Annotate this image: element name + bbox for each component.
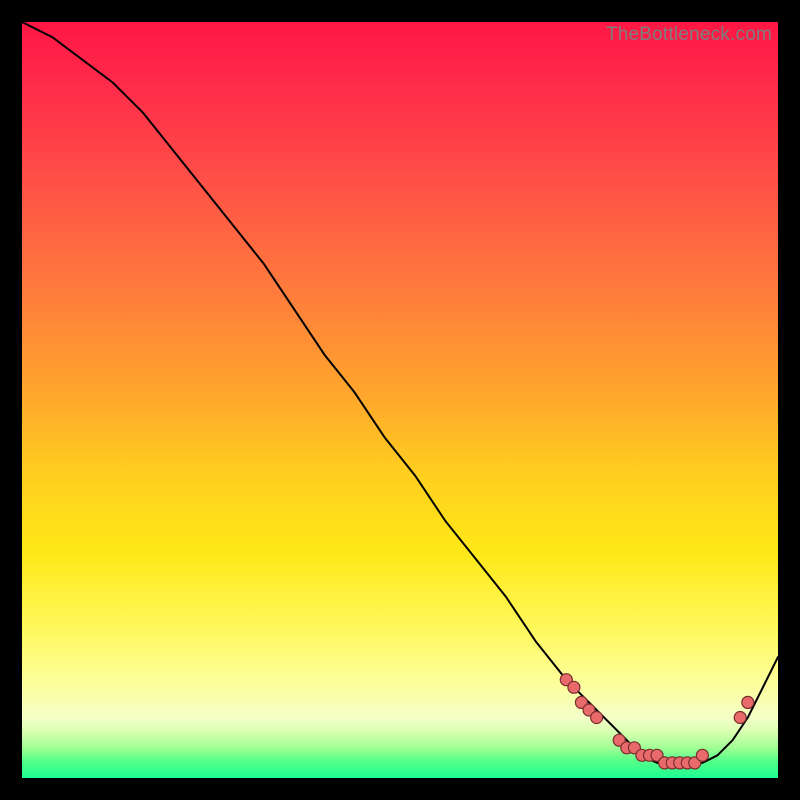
marker-group xyxy=(560,674,754,769)
marker-dot xyxy=(591,712,603,724)
marker-dot xyxy=(734,712,746,724)
plot-area: TheBottleneck.com xyxy=(22,22,778,778)
chart-canvas: TheBottleneck.com xyxy=(0,0,800,800)
marker-dot xyxy=(742,696,754,708)
marker-dot xyxy=(696,749,708,761)
bottleneck-curve xyxy=(22,22,778,763)
curve-svg xyxy=(22,22,778,778)
marker-dot xyxy=(568,681,580,693)
